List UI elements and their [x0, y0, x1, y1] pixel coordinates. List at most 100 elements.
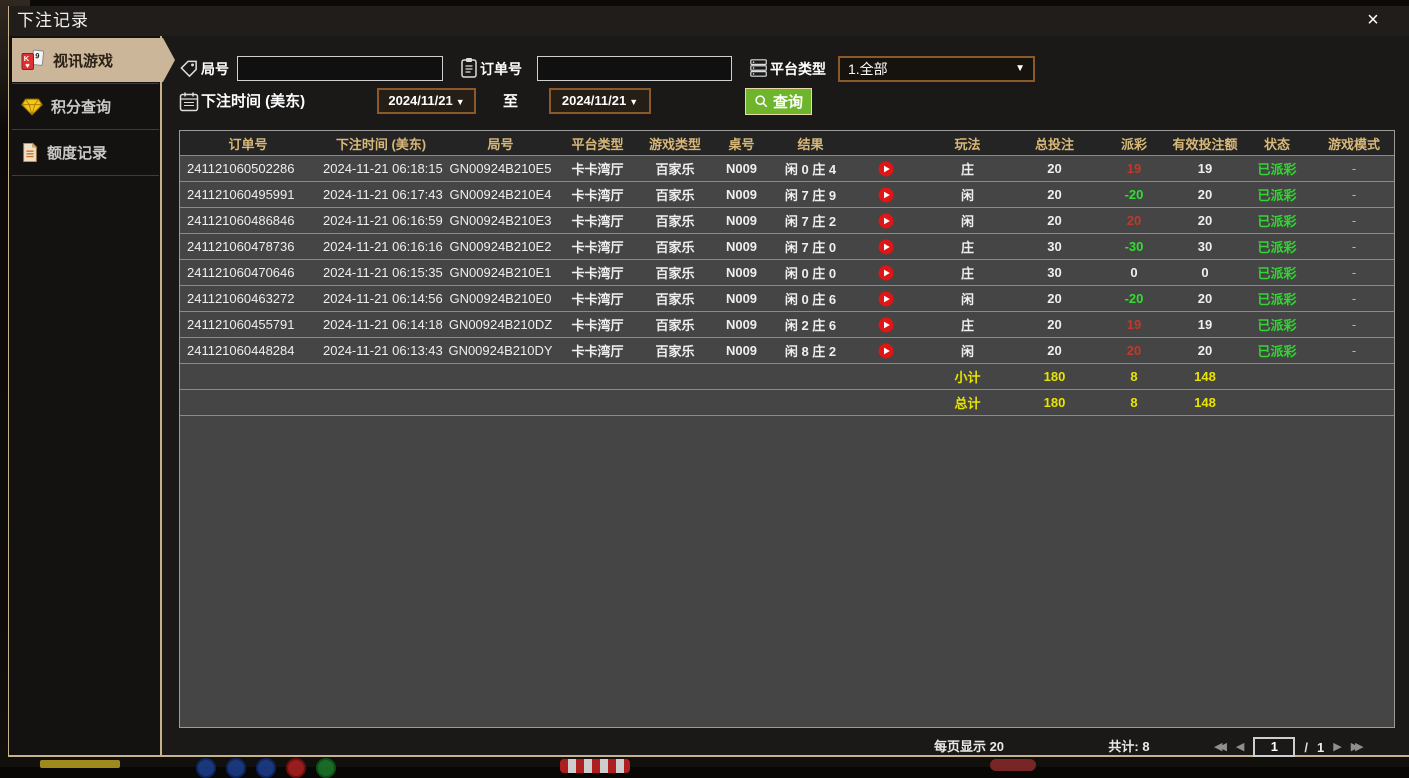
- cell-payout: 20: [1098, 213, 1170, 228]
- col-header-payout: 派彩: [1098, 134, 1170, 153]
- cell-game-type: 百家乐: [640, 315, 710, 334]
- cell-status: 已派彩: [1240, 315, 1314, 334]
- cell-result: 闲 0 庄 0: [773, 263, 848, 282]
- clipboard-icon: [459, 57, 479, 79]
- replay-play-icon[interactable]: [878, 213, 894, 229]
- sidebar-item-video-games[interactable]: 9 K ♥ 视讯游戏: [12, 38, 175, 82]
- replay-play-icon[interactable]: [878, 291, 894, 307]
- replay-play-icon[interactable]: [878, 161, 894, 177]
- prev-page-icon[interactable]: ◀: [1236, 736, 1244, 758]
- cell-table-number: N009: [710, 343, 773, 358]
- cell-order-number: 241121060478736: [180, 239, 316, 254]
- subtotal-payout: 8: [1098, 369, 1170, 384]
- cell-round-number: GN00924B210E2: [446, 239, 555, 254]
- cell-status: 已派彩: [1240, 237, 1314, 256]
- date-from-picker[interactable]: 2024/11/21▼: [377, 88, 476, 114]
- round-number-input[interactable]: [237, 56, 443, 81]
- first-page-icon[interactable]: ◀◀: [1214, 736, 1227, 758]
- cell-total-bet: 20: [1011, 161, 1098, 176]
- table-empty-area: [180, 542, 1394, 727]
- cell-platform-type: 卡卡湾厅: [555, 159, 640, 178]
- cell-game-mode: -: [1314, 187, 1394, 202]
- cell-order-number: 241121060502286: [180, 161, 316, 176]
- table-row: 241121060455791 2024-11-21 06:14:18 GN00…: [180, 312, 1394, 338]
- cell-total-bet: 20: [1011, 317, 1098, 332]
- cell-replay: [848, 264, 924, 281]
- last-page-icon[interactable]: ▶▶: [1351, 736, 1364, 758]
- col-header-total-bet: 总投注: [1011, 134, 1098, 153]
- cell-game-mode: -: [1314, 317, 1394, 332]
- cell-status: 已派彩: [1240, 289, 1314, 308]
- total-count-label: 共计: 8: [1064, 736, 1194, 758]
- playing-cards-icon: 9 K ♥: [21, 49, 45, 71]
- cell-round-number: GN00924B210DZ: [446, 317, 555, 332]
- order-number-input[interactable]: [537, 56, 732, 81]
- cell-payout: 20: [1098, 343, 1170, 358]
- cell-result: 闲 0 庄 4: [773, 159, 848, 178]
- date-to-value: 2024/11/21: [562, 93, 626, 108]
- cell-total-bet: 30: [1011, 239, 1098, 254]
- cell-table-number: N009: [710, 213, 773, 228]
- cell-game-type: 百家乐: [640, 159, 710, 178]
- cell-round-number: GN00924B210E4: [446, 187, 555, 202]
- table-row: 241121060486846 2024-11-21 06:16:59 GN00…: [180, 208, 1394, 234]
- background-bet-circle: [226, 758, 246, 778]
- close-icon[interactable]: ×: [1361, 8, 1385, 32]
- background-bet-circle: [286, 758, 306, 778]
- platform-type-select[interactable]: 1.全部 ▼: [838, 56, 1035, 82]
- cell-platform-type: 卡卡湾厅: [555, 211, 640, 230]
- round-number-label: 局号: [201, 56, 229, 83]
- cell-game-type: 百家乐: [640, 341, 710, 360]
- sidebar-item-points-query[interactable]: 积分查询: [12, 84, 161, 128]
- cell-play-method: 庄: [924, 237, 1011, 256]
- cell-play-method: 庄: [924, 263, 1011, 282]
- replay-play-icon[interactable]: [878, 187, 894, 203]
- cell-play-method: 庄: [924, 315, 1011, 334]
- cell-round-number: GN00924B210E0: [446, 291, 555, 306]
- replay-play-icon[interactable]: [878, 343, 894, 359]
- date-to-picker[interactable]: 2024/11/21▼: [549, 88, 651, 114]
- background-marker: [990, 759, 1036, 771]
- cell-payout: 19: [1098, 161, 1170, 176]
- col-header-play: 玩法: [924, 134, 1011, 153]
- dialog-titlebar: 下注记录 ×: [9, 6, 1409, 36]
- cell-game-type: 百家乐: [640, 237, 710, 256]
- subtotal-row: 小计 180 8 148: [180, 364, 1394, 390]
- calendar-icon: [179, 91, 199, 113]
- cell-round-number: GN00924B210E3: [446, 213, 555, 228]
- cell-replay: [848, 186, 924, 203]
- cell-total-bet: 20: [1011, 187, 1098, 202]
- cell-bet-time: 2024-11-21 06:16:59: [316, 213, 446, 228]
- cell-replay: [848, 212, 924, 229]
- cell-valid-bet: 19: [1170, 317, 1240, 332]
- pagination-nav: ◀◀ ◀ 1 / 1 ▶ ▶▶: [1214, 736, 1364, 758]
- col-header-result: 结果: [773, 134, 848, 153]
- sidebar-item-label: 积分查询: [51, 96, 111, 117]
- cell-replay: [848, 342, 924, 359]
- grand-total-total-bet: 180: [1011, 395, 1098, 410]
- query-button[interactable]: 查询: [745, 88, 812, 115]
- cell-total-bet: 20: [1011, 291, 1098, 306]
- current-page-input[interactable]: 1: [1253, 737, 1295, 757]
- cell-valid-bet: 20: [1170, 213, 1240, 228]
- replay-play-icon[interactable]: [878, 265, 894, 281]
- table-row: 241121060478736 2024-11-21 06:16:16 GN00…: [180, 234, 1394, 260]
- per-page-label: 每页显示 20: [889, 736, 1049, 758]
- replay-play-icon[interactable]: [878, 317, 894, 333]
- table-row: 241121060502286 2024-11-21 06:18:15 GN00…: [180, 156, 1394, 182]
- cell-play-method: 闲: [924, 289, 1011, 308]
- cell-total-bet: 20: [1011, 213, 1098, 228]
- bet-records-table: 订单号 下注时间 (美东) 局号 平台类型 游戏类型 桌号 结果 玩法 总投注 …: [179, 130, 1395, 728]
- tag-icon: [179, 59, 199, 81]
- cell-replay: [848, 290, 924, 307]
- cell-payout: 19: [1098, 317, 1170, 332]
- sidebar-item-quota-records[interactable]: 额度记录: [12, 130, 161, 174]
- cell-table-number: N009: [710, 265, 773, 280]
- next-page-icon[interactable]: ▶: [1333, 736, 1341, 758]
- replay-play-icon[interactable]: [878, 239, 894, 255]
- cell-bet-time: 2024-11-21 06:15:35: [316, 265, 446, 280]
- cell-order-number: 241121060448284: [180, 343, 316, 358]
- col-header-status: 状态: [1240, 134, 1314, 153]
- cell-replay: [848, 238, 924, 255]
- background-bet-circle: [196, 758, 216, 778]
